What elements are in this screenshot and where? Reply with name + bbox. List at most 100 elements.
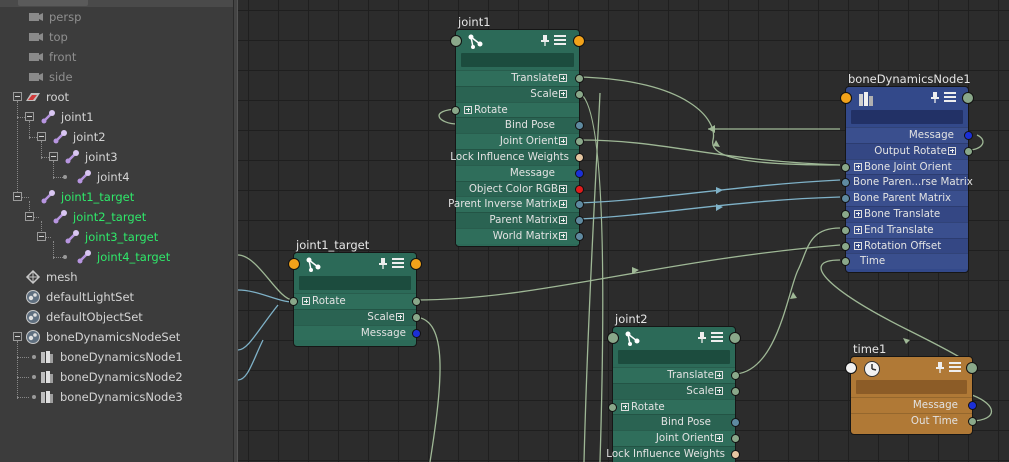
wire-joint1-scale-down-2[interactable]: [583, 92, 601, 462]
expand-plus-icon[interactable]: [948, 146, 956, 155]
node-input-plug[interactable]: [288, 258, 300, 270]
expand-collapse-toggle[interactable]: [13, 192, 22, 201]
attr-bone-parent-inverse-matrix[interactable]: Bone Paren...rse Matrix: [841, 174, 973, 191]
node-header[interactable]: [845, 357, 978, 394]
attr-input-plug[interactable]: [841, 194, 850, 204]
attr-output-plug[interactable]: [575, 231, 584, 241]
node-editor-canvas[interactable]: joint1 Translate Scale Rotate Bind Pose …: [238, 0, 1009, 462]
node-menu-icon[interactable]: [392, 258, 404, 268]
attr-bone-parent-matrix[interactable]: Bone Parent Matrix: [841, 190, 968, 206]
attr-lock-influence-weights[interactable]: Lock Influence Weights: [450, 148, 584, 165]
wire-target-scale-to-rotation-offset[interactable]: [415, 244, 841, 301]
attr-output-plug[interactable]: [412, 328, 421, 338]
node-menu-icon[interactable]: [711, 332, 723, 342]
attr-output-rotate[interactable]: Output Rotate: [846, 142, 973, 159]
expand-plus-icon[interactable]: [559, 231, 567, 240]
expand-collapse-toggle[interactable]: [37, 232, 46, 241]
attr-translate[interactable]: Translate: [613, 367, 740, 383]
attr-time[interactable]: Time: [841, 253, 968, 270]
outliner-item-bonedynamicsnodeset[interactable]: boneDynamicsNodeSet: [25, 327, 180, 347]
attr-message[interactable]: Message: [846, 127, 973, 143]
attr-output-plug[interactable]: [412, 312, 421, 322]
attr-object-color-rgb[interactable]: Object Color RGB: [456, 180, 584, 197]
node-output-plug[interactable]: [962, 92, 974, 104]
outliner-item-bonedynamicsnode2[interactable]: boneDynamicsNode2: [39, 367, 183, 387]
wire-joint-orient-out[interactable]: [578, 139, 841, 166]
expand-plus-icon[interactable]: [715, 371, 723, 379]
node-name-field[interactable]: [856, 380, 967, 394]
outliner-item-mesh[interactable]: mesh: [25, 267, 78, 287]
attr-rotation-offset[interactable]: Rotation Offset: [841, 237, 968, 254]
outliner-item-joint1-target[interactable]: joint1_target: [40, 187, 134, 207]
attr-output-plug[interactable]: [575, 89, 584, 99]
attr-rotate[interactable]: Rotate: [608, 398, 735, 415]
attr-output-plug[interactable]: [575, 184, 584, 194]
node-output-plug[interactable]: [410, 258, 422, 270]
node-input-plug[interactable]: [840, 92, 852, 104]
outliner-item-joint3[interactable]: joint3: [64, 147, 118, 167]
attr-translate[interactable]: Translate: [456, 70, 584, 86]
attr-scale[interactable]: Scale: [456, 85, 584, 102]
expand-plus-icon[interactable]: [854, 225, 862, 234]
expand-plus-icon[interactable]: [715, 386, 723, 395]
node-menu-icon[interactable]: [554, 35, 566, 45]
attr-output-plug[interactable]: [968, 416, 977, 426]
node-time1[interactable]: time1 Message Out Time: [845, 342, 978, 435]
attr-output-plug[interactable]: [412, 297, 421, 306]
outliner-item-top[interactable]: top: [28, 27, 68, 47]
attr-bone-joint-orient[interactable]: Bone Joint Orient: [841, 158, 968, 175]
outliner-item-joint2[interactable]: joint2: [52, 127, 106, 147]
outliner-item-joint4-target[interactable]: joint4_target: [76, 247, 170, 267]
node-joint2[interactable]: joint2 Translate Scale Rotate Bind Pose …: [606, 312, 741, 462]
expand-collapse-toggle[interactable]: [13, 92, 22, 101]
node-name-field[interactable]: [461, 53, 574, 67]
attr-joint-orient[interactable]: Joint Orient: [613, 430, 740, 446]
attr-input-plug[interactable]: [608, 402, 617, 412]
expand-plus-icon[interactable]: [854, 241, 862, 250]
attr-joint-orient[interactable]: Joint Orient: [456, 133, 584, 149]
wire-in-target-rotate[interactable]: [238, 254, 294, 301]
node-output-plug[interactable]: [573, 35, 585, 47]
outliner-item-front[interactable]: front: [28, 47, 76, 67]
node-header[interactable]: [607, 327, 741, 364]
node-input-plug[interactable]: [845, 362, 857, 374]
attr-bone-translate[interactable]: Bone Translate: [841, 205, 968, 222]
expand-plus-icon[interactable]: [559, 216, 567, 225]
attr-output-plug[interactable]: [731, 371, 740, 380]
attr-bind-pose[interactable]: Bind Pose: [613, 414, 740, 431]
outliner-item-defaultlightset[interactable]: defaultLightSet: [25, 287, 134, 307]
wire-time-from-time1[interactable]: [820, 259, 969, 362]
expand-plus-icon[interactable]: [559, 184, 567, 193]
wire-target-scale-down[interactable]: [415, 316, 441, 462]
attr-end-translate[interactable]: End Translate: [841, 221, 968, 238]
expand-plus-icon[interactable]: [621, 402, 629, 411]
attr-output-plug[interactable]: [575, 152, 584, 162]
node-name-field[interactable]: [299, 276, 411, 290]
attr-parent-inverse-matrix[interactable]: Parent Inverse Matrix: [448, 196, 584, 213]
expand-plus-icon[interactable]: [854, 162, 862, 171]
node-menu-icon[interactable]: [944, 92, 956, 102]
expand-plus-icon[interactable]: [396, 312, 404, 321]
expand-plus-icon[interactable]: [559, 89, 567, 98]
node-joint1-target[interactable]: joint1_target Rotate Scale Message: [288, 238, 422, 347]
attr-rotate[interactable]: Rotate: [289, 293, 421, 309]
attr-input-plug[interactable]: [451, 105, 460, 115]
node-header[interactable]: [288, 253, 422, 290]
expand-collapse-toggle[interactable]: [37, 132, 46, 141]
pin-icon[interactable]: [378, 257, 388, 269]
outliner-item-joint3-target[interactable]: joint3_target: [64, 227, 158, 247]
node-header[interactable]: [450, 30, 585, 67]
wire-in-blue-2[interactable]: [238, 339, 264, 381]
node-joint1[interactable]: joint1 Translate Scale Rotate Bind Pose …: [448, 15, 585, 247]
expand-plus-icon[interactable]: [464, 105, 472, 114]
outliner-item-side[interactable]: side: [28, 67, 73, 87]
wire-parent-inverse-matrix[interactable]: [578, 179, 841, 204]
outliner-item-joint2-target[interactable]: joint2_target: [52, 207, 146, 227]
node-header[interactable]: [840, 87, 974, 124]
expand-collapse-toggle[interactable]: [13, 332, 22, 341]
outliner-item-joint1[interactable]: joint1: [40, 107, 94, 127]
attr-input-plug[interactable]: [841, 225, 850, 235]
attr-message[interactable]: Message: [851, 397, 977, 413]
outliner-item-defaultobjectset[interactable]: defaultObjectSet: [25, 307, 143, 327]
outliner-item-persp[interactable]: persp: [28, 7, 81, 27]
